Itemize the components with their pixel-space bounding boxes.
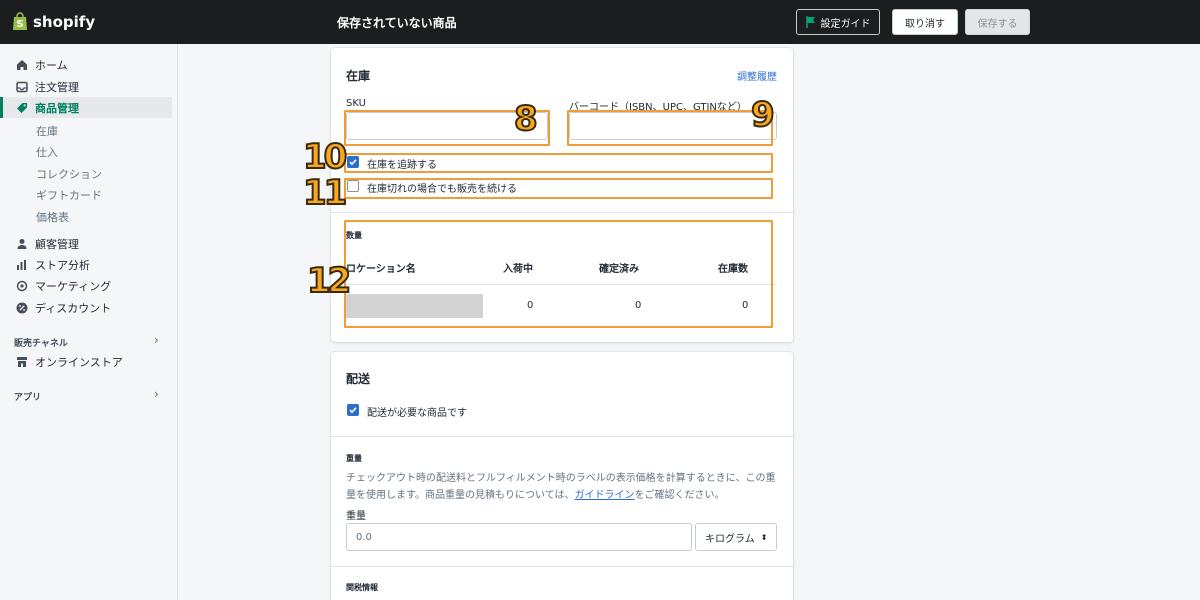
discard-button[interactable]: 取り消す	[892, 9, 958, 35]
column-header-incoming: 入荷中	[503, 264, 533, 275]
sidebar-item-analytics[interactable]: ストア分析	[0, 254, 172, 275]
shipping-card: 配送 配送が必要な商品です 重量 チェックアウト時の配送料とフルフィルメント時の…	[331, 352, 793, 600]
sidebar-item-discounts[interactable]: ディスカウント	[0, 297, 172, 318]
sidebar-subitem-gift-cards[interactable]: ギフトカード	[36, 187, 102, 203]
sku-label: SKU	[346, 98, 366, 109]
table-divider	[346, 284, 777, 285]
sidebar-item-home[interactable]: ホーム	[0, 54, 172, 75]
inventory-title: 在庫	[346, 69, 371, 83]
home-icon	[17, 59, 27, 70]
weight-label: 重量	[346, 511, 366, 522]
sidebar-item-label: マーケティング	[35, 279, 112, 293]
sidebar-subitem-collections[interactable]: コレクション	[36, 166, 102, 182]
setup-guide-button[interactable]: 設定ガイド	[796, 9, 880, 35]
continue-selling-checkbox[interactable]	[347, 180, 359, 192]
sidebar-subitem-purchase[interactable]: 仕入	[36, 144, 58, 160]
tag-icon	[17, 102, 27, 113]
sales-channels-heading: 販売チャネル	[14, 339, 68, 349]
sidebar-subitem-price-lists[interactable]: 価格表	[36, 209, 69, 225]
column-header-available: 在庫数	[718, 264, 748, 275]
annotation-number-12: 12	[306, 261, 352, 301]
chevron-right-icon[interactable]: ›	[154, 387, 159, 401]
target-icon	[16, 280, 28, 291]
page-status-title: 保存されていない商品	[337, 16, 457, 30]
track-inventory-checkbox[interactable]	[347, 156, 359, 168]
bar-chart-icon	[17, 259, 26, 270]
barcode-input[interactable]	[569, 112, 777, 140]
incoming-value: 0	[527, 300, 534, 311]
annotation-number-11: 11	[302, 173, 348, 213]
adjustment-history-link[interactable]: 調整履歴	[737, 68, 777, 83]
sidebar-item-label: 商品管理	[35, 101, 79, 115]
save-button[interactable]: 保存する	[965, 9, 1030, 35]
sidebar-subitem-inventory[interactable]: 在庫	[36, 123, 58, 139]
divider	[331, 566, 793, 567]
sidebar-item-label: ストア分析	[35, 258, 90, 272]
continue-selling-label: 在庫切れの場合でも販売を続ける	[367, 184, 517, 195]
weight-description-tail: をご確認ください。	[634, 490, 725, 501]
select-arrows-icon: ⬍	[760, 532, 768, 542]
sidebar-item-customers[interactable]: 顧客管理	[0, 233, 172, 254]
customs-heading: 関税情報	[346, 583, 378, 592]
annotation-number-9: 9	[750, 95, 776, 135]
sidebar-item-marketing[interactable]: マーケティング	[0, 275, 172, 296]
chevron-right-icon[interactable]: ›	[154, 333, 159, 347]
weight-input[interactable]: 0.0	[346, 523, 692, 551]
inbox-icon	[16, 81, 28, 92]
sidebar-item-online-store[interactable]: オンラインストア	[0, 351, 172, 372]
sidebar-item-label: 顧客管理	[35, 237, 79, 251]
weight-unit-value: キログラム	[705, 533, 755, 545]
annotation-number-8: 8	[513, 99, 539, 139]
setup-guide-label: 設定ガイド	[820, 18, 871, 30]
shopping-bag-icon: S	[13, 12, 27, 30]
inventory-card: 在庫 調整履歴 SKU バーコード（ISBN、UPC、GTINなど） 在庫を追跡…	[331, 48, 793, 342]
weight-heading: 重量	[346, 454, 362, 463]
sidebar-item-label: 注文管理	[35, 80, 79, 94]
top-bar: S shopify 保存されていない商品 設定ガイド 取り消す 保存する	[0, 0, 1200, 44]
track-inventory-label: 在庫を追跡する	[367, 160, 437, 171]
annotation-number-10: 10	[302, 137, 348, 177]
sidebar-item-label: ディスカウント	[35, 301, 112, 315]
shipping-title: 配送	[346, 372, 371, 386]
committed-value: 0	[635, 300, 642, 311]
sidebar: ホーム 注文管理 商品管理 在庫 仕入 コレクション ギフトカード 価格表 顧客…	[0, 44, 178, 600]
checkmark-icon	[349, 407, 357, 414]
location-name-redacted	[345, 294, 483, 318]
sidebar-item-orders[interactable]: 注文管理	[0, 76, 172, 97]
quantity-heading: 数量	[346, 231, 362, 240]
store-icon	[17, 356, 27, 367]
apps-heading: アプリ	[14, 393, 42, 403]
shopify-logo[interactable]: S shopify	[12, 12, 95, 31]
divider	[331, 436, 793, 437]
requires-shipping-label: 配送が必要な商品です	[367, 408, 467, 419]
requires-shipping-checkbox[interactable]	[347, 404, 359, 416]
discount-icon	[16, 302, 28, 313]
weight-unit-select[interactable]: キログラム ⬍	[695, 523, 777, 551]
available-value[interactable]: 0	[742, 300, 748, 311]
column-header-location: ロケーション名	[346, 264, 416, 275]
svg-text:S: S	[16, 19, 23, 30]
barcode-label: バーコード（ISBN、UPC、GTINなど）	[569, 102, 747, 113]
column-header-committed: 確定済み	[599, 264, 639, 275]
divider	[331, 212, 793, 213]
person-icon	[17, 238, 27, 249]
guideline-link[interactable]: ガイドライン	[575, 490, 635, 501]
sidebar-item-products[interactable]: 商品管理	[0, 97, 172, 118]
weight-description: チェックアウト時の配送料とフルフィルメント時のラベルの表示価格を計算するときに、…	[346, 470, 778, 504]
flag-icon	[805, 16, 815, 28]
checkmark-icon	[349, 159, 357, 166]
sidebar-item-label: オンラインストア	[35, 355, 123, 369]
sidebar-item-label: ホーム	[35, 58, 68, 72]
brand-name: shopify	[33, 12, 96, 31]
